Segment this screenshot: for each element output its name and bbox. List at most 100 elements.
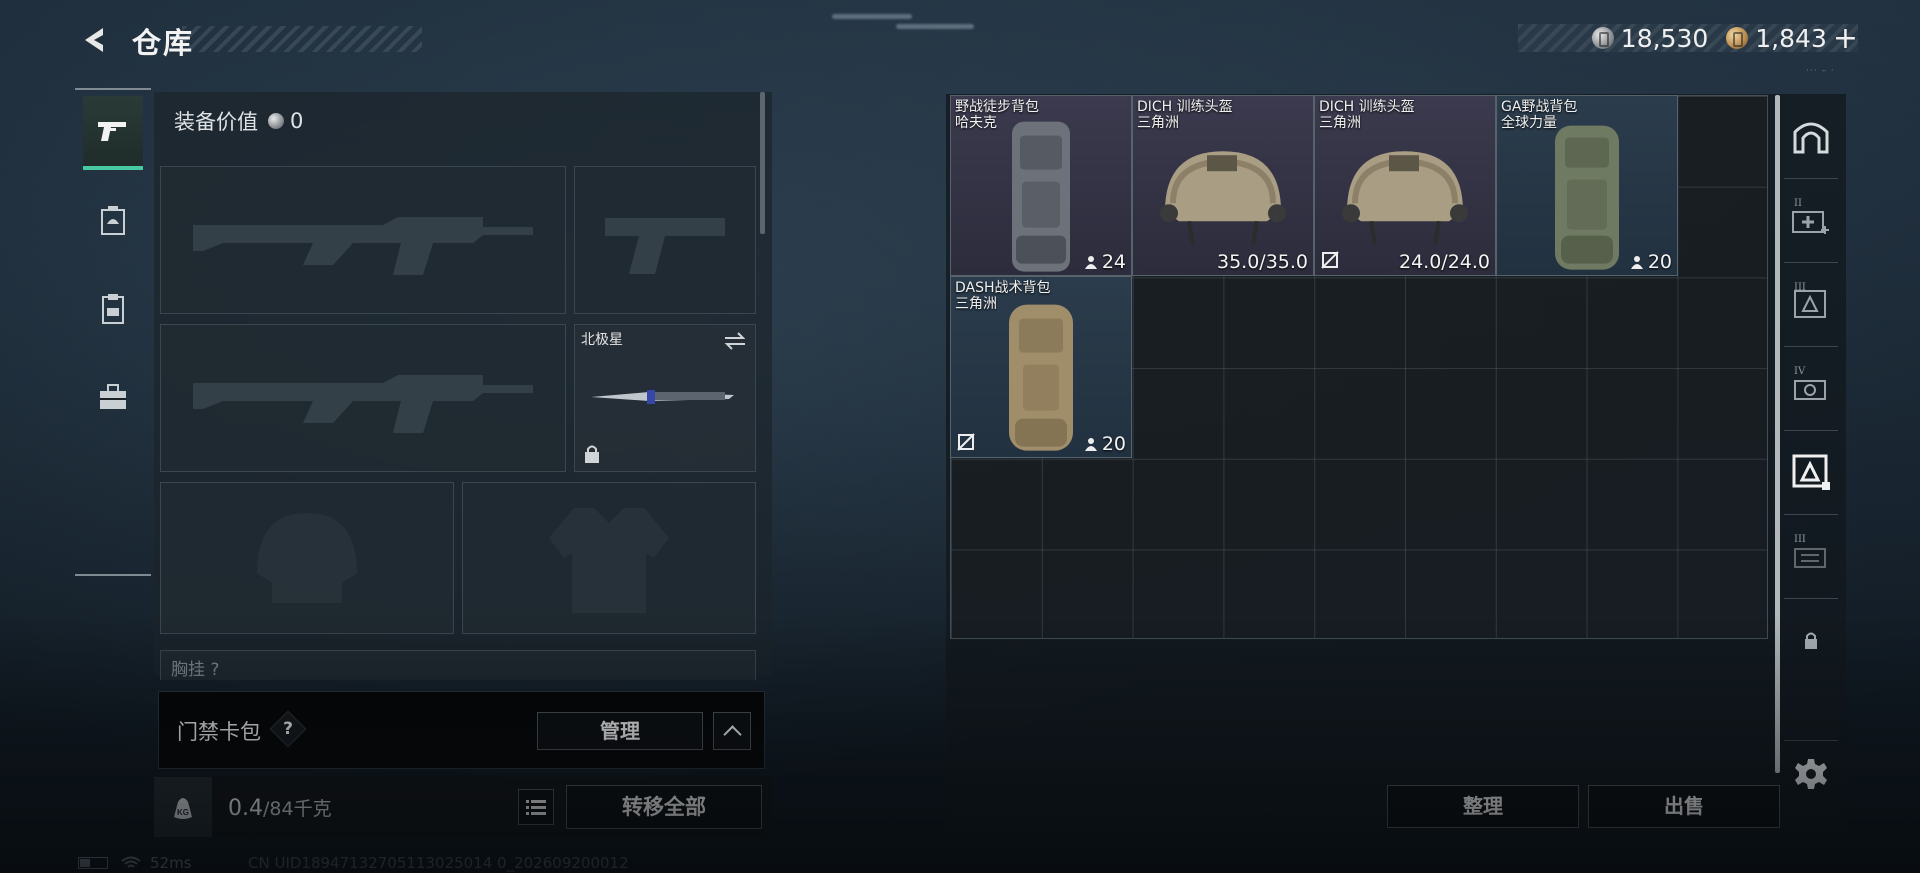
sort-button[interactable]: 整理	[1387, 785, 1579, 828]
settings-button[interactable]	[1780, 744, 1842, 804]
stash-item[interactable]: 野战徒步背包 哈夫克 24	[950, 95, 1132, 276]
tab-medkit-case[interactable]: II	[1780, 178, 1842, 262]
decor-tag: ··· – ·	[1806, 66, 1835, 76]
pistol-silhouette-icon	[605, 218, 725, 274]
armor-silhouette-icon	[549, 508, 669, 613]
silver-amount: 18,530	[1620, 23, 1709, 53]
stash-item[interactable]: DASH战术背包 三角洲 20	[950, 276, 1132, 458]
title-decoration	[182, 26, 422, 52]
tier-label: II	[1794, 198, 1802, 209]
loadout-scrollbar[interactable]	[760, 92, 765, 234]
help-icon: ?	[283, 719, 293, 739]
page-title: 仓库	[132, 26, 195, 60]
gold-coin-icon	[1726, 27, 1749, 49]
list-view-button[interactable]	[518, 789, 554, 825]
item-stat: 20	[1630, 251, 1672, 273]
capacity-icon	[1084, 438, 1097, 451]
divider	[1784, 740, 1838, 741]
tier-label: III	[1794, 534, 1806, 545]
tab-ammo-case[interactable]: III	[1780, 514, 1842, 598]
tab-armor-case[interactable]: III	[1780, 262, 1842, 346]
ping: 52ms	[150, 854, 192, 872]
stash-item[interactable]: DICH 训练头盔 三角洲 24.0/24.0	[1314, 95, 1496, 276]
tab-weapon-case[interactable]: IV	[1780, 346, 1842, 430]
no-insurance-icon	[957, 433, 975, 451]
weight-readout: 0.4/84千克	[228, 794, 332, 821]
armor-case-selected-icon	[1792, 454, 1830, 490]
back-arrow-icon	[85, 28, 103, 52]
primary-weapon-slot[interactable]	[160, 166, 566, 314]
helmet-case-icon	[101, 206, 125, 235]
tier-label: IV	[1794, 366, 1806, 377]
melee-slot[interactable]: 北极星	[574, 324, 756, 472]
manage-button[interactable]: 管理	[537, 712, 703, 750]
helmet-icon	[1160, 150, 1286, 246]
helmet-icon	[1342, 150, 1468, 246]
chest-rig-slot[interactable]: 胸挂 ?	[160, 650, 756, 680]
secondary-weapon-slot[interactable]	[160, 324, 566, 472]
equipment-value-amount: 0	[290, 109, 304, 133]
left-nav	[75, 88, 151, 576]
tab-armor-case-selected[interactable]	[1780, 430, 1842, 514]
list-icon	[526, 800, 546, 815]
tab-helmet-case[interactable]	[83, 184, 143, 258]
sidearm-slot[interactable]	[574, 166, 756, 314]
safebox-icon	[1793, 122, 1829, 154]
backpack-icon	[1555, 125, 1619, 270]
uid: CN UID18947132705113025014 0_20260920001…	[248, 854, 629, 872]
pistol-icon	[98, 122, 126, 141]
add-currency-button[interactable]: +	[1833, 21, 1858, 56]
access-card-bar: 门禁卡包 ? 管理	[158, 691, 765, 769]
equipment-value: 装备价值 0	[174, 106, 303, 136]
capacity-icon	[1084, 256, 1097, 269]
transfer-all-button[interactable]: 转移全部	[566, 785, 762, 829]
silver-coin-icon	[1591, 27, 1614, 49]
swap-icon[interactable]	[723, 331, 747, 351]
item-stat: 24	[1084, 251, 1126, 273]
tab-safebox[interactable]	[1780, 94, 1842, 178]
expand-button[interactable]	[713, 712, 751, 750]
backpack-icon	[1009, 304, 1073, 451]
tab-toolbox[interactable]	[83, 360, 143, 434]
silver-currency: 18,530	[1591, 23, 1709, 53]
back-button[interactable]	[74, 22, 114, 58]
right-tabs: II III IV III	[1780, 94, 1842, 836]
item-name: DASH战术背包 三角洲	[955, 280, 1051, 312]
item-stat: 35.0/35.0	[1216, 251, 1308, 273]
gear-icon	[1795, 759, 1827, 789]
sell-button[interactable]: 出售	[1588, 785, 1780, 828]
helmet-slot[interactable]	[160, 482, 454, 634]
lock-icon	[585, 445, 599, 463]
rifle-silhouette-icon	[193, 375, 533, 433]
tier-label: III	[1794, 282, 1806, 293]
weight-max: /84千克	[263, 798, 332, 820]
access-card-label: 门禁卡包	[177, 720, 261, 744]
stash-item[interactable]: GA野战背包 全球力量 20	[1496, 95, 1678, 276]
stash-item[interactable]: DICH 训练头盔 三角洲 35.0/35.0	[1132, 95, 1314, 276]
toolbox-icon	[100, 384, 126, 409]
armor-slot[interactable]	[462, 482, 756, 634]
weight-current: 0.4	[228, 796, 263, 821]
item-name: DICH 训练头盔 三角洲	[1319, 99, 1415, 131]
kettlebell-icon: KG	[174, 798, 192, 819]
backpack-icon	[1012, 121, 1070, 272]
item-name: GA野战背包 全球力量	[1501, 99, 1578, 131]
tab-clipboard[interactable]	[83, 272, 143, 346]
item-name: 野战徒步背包 哈夫克	[955, 99, 1039, 131]
ceiling-light	[896, 24, 974, 29]
tab-locked[interactable]	[1780, 598, 1842, 682]
status-bar: 52ms	[78, 854, 192, 872]
tab-weapons[interactable]	[83, 96, 143, 170]
knife-icon	[591, 390, 734, 404]
item-name: DICH 训练头盔 三角洲	[1137, 99, 1233, 131]
help-button[interactable]: ?	[269, 710, 307, 748]
item-stat: 20	[1084, 433, 1126, 455]
lock-icon	[1805, 632, 1817, 649]
currency-bar: 18,530 1,843 +	[1518, 21, 1858, 56]
chest-rig-label: 胸挂 ?	[171, 660, 220, 680]
capacity-icon	[1630, 256, 1643, 269]
silver-coin-icon	[268, 113, 284, 129]
no-insurance-icon	[1321, 251, 1339, 269]
rifle-silhouette-icon	[193, 217, 533, 275]
item-stat: 24.0/24.0	[1398, 251, 1490, 273]
